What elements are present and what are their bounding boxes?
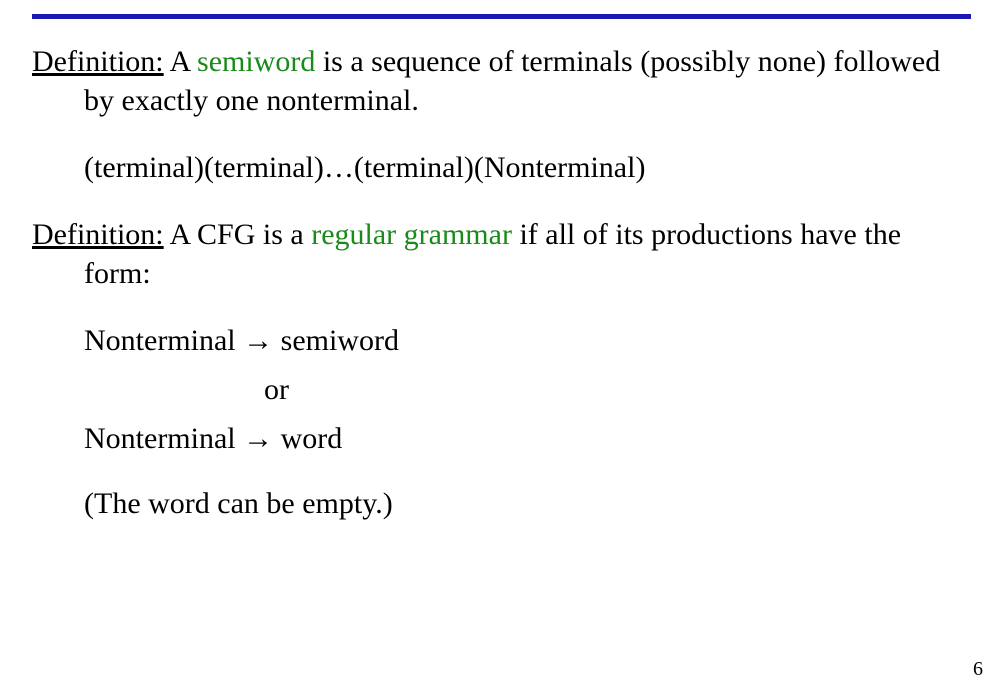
- note-line: (The word can be empty.): [32, 484, 971, 523]
- horizontal-rule: [32, 14, 971, 19]
- production-block: Nonterminal → semiword or Nonterminal → …: [32, 321, 971, 458]
- definition-label: Definition:: [32, 45, 164, 78]
- definition-1: Definition: A semiword is a sequence of …: [32, 42, 971, 120]
- definition-1-pre: A: [164, 45, 197, 78]
- page-number: 6: [973, 658, 983, 681]
- pattern-line: (terminal)(terminal)…(terminal)(Nontermi…: [32, 148, 971, 187]
- arrow-icon: →: [243, 422, 273, 455]
- definition-2: Definition: A CFG is a regular grammar i…: [32, 215, 971, 293]
- prod2-lhs: Nonterminal: [84, 422, 243, 455]
- definition-2-term: regular grammar: [311, 218, 512, 251]
- prod1-rhs: semiword: [273, 324, 399, 357]
- production-line-2: Nonterminal → word: [84, 419, 971, 458]
- definition-label: Definition:: [32, 218, 164, 251]
- definition-2-pre: A CFG is a: [164, 218, 312, 251]
- prod2-rhs: word: [273, 422, 342, 455]
- slide: Definition: A semiword is a sequence of …: [0, 0, 1003, 693]
- slide-body: Definition: A semiword is a sequence of …: [32, 42, 971, 551]
- production-or: or: [84, 370, 971, 409]
- production-line-1: Nonterminal → semiword: [84, 321, 971, 360]
- arrow-icon: →: [243, 324, 273, 357]
- prod1-lhs: Nonterminal: [84, 324, 243, 357]
- definition-1-term: semiword: [197, 45, 315, 78]
